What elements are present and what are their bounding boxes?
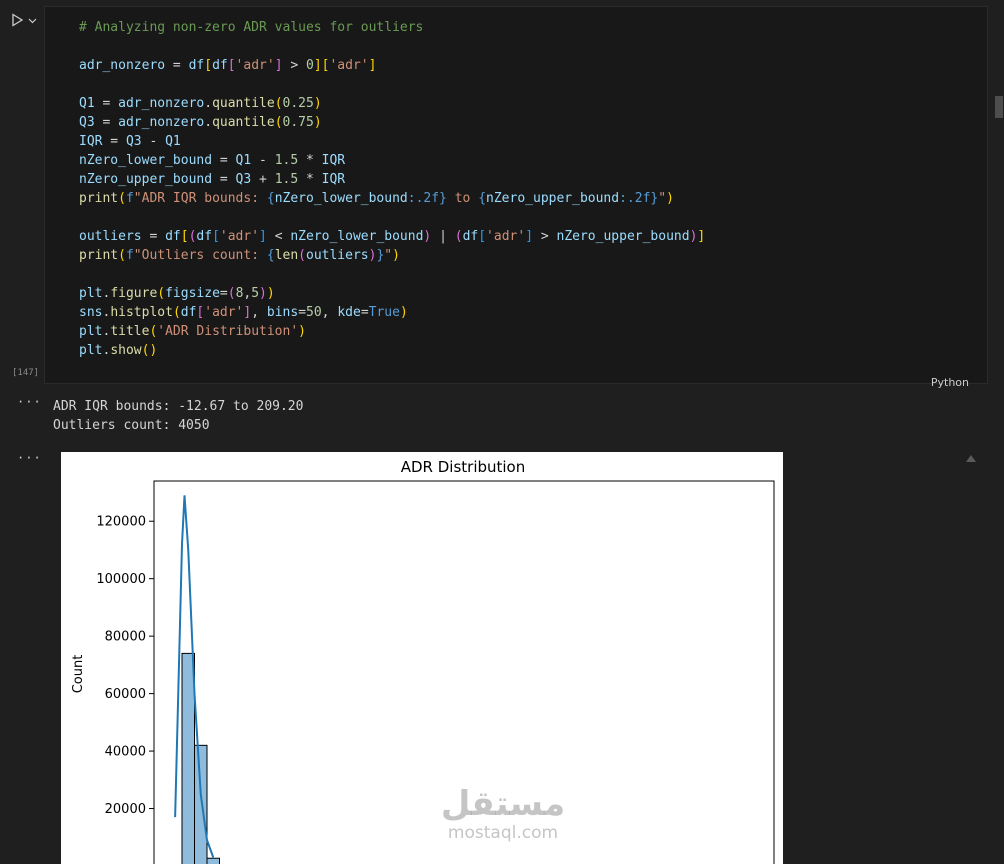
y-tick-label: 60000 xyxy=(105,687,146,702)
cell-language-label[interactable]: Python xyxy=(931,376,969,389)
output-more-button[interactable]: ··· xyxy=(17,395,42,409)
code-line: adr_nonzero = df[df['adr'] > 0]['adr'] xyxy=(79,58,377,73)
watermark-latin: mostaql.com xyxy=(447,823,559,843)
code-line: plt.show() xyxy=(79,343,158,358)
y-axis-label: Count xyxy=(71,655,86,694)
code-line: outliers = df[(df['adr'] < nZero_lower_b… xyxy=(79,229,706,244)
histogram-chart: ADR Distribution Count 20000 40000 60000 80… xyxy=(71,458,775,864)
histogram-bar xyxy=(194,744,208,864)
scrollbar-thumb[interactable] xyxy=(995,96,1003,118)
chevron-down-icon[interactable] xyxy=(28,16,37,25)
code-line: print(f"ADR IQR bounds: {nZero_lower_bou… xyxy=(79,191,674,206)
histogram-bar xyxy=(206,857,220,864)
plot-output-more-button[interactable]: ··· xyxy=(17,451,42,465)
code-line: nZero_lower_bound = Q1 - 1.5 * IQR xyxy=(79,153,346,168)
watermark: مستقل mostaql.com xyxy=(440,785,566,843)
plot-output: ADR Distribution Count 20000 40000 60000 80… xyxy=(61,452,783,864)
code-line: IQR = Q3 - Q1 xyxy=(79,134,181,149)
code-line: nZero_upper_bound = Q3 + 1.5 * IQR xyxy=(79,172,346,187)
code-line: print(f"Outliers count: {len(outliers)}"… xyxy=(79,248,400,263)
y-tick-label: 100000 xyxy=(96,572,146,587)
collapse-arrow-icon[interactable] xyxy=(966,455,976,462)
play-icon xyxy=(12,13,24,27)
y-tick-label: 80000 xyxy=(105,630,146,645)
histogram-bar xyxy=(181,652,195,864)
run-cell-button[interactable] xyxy=(10,10,44,30)
code-line: Q1 = adr_nonzero.quantile(0.25) xyxy=(79,96,322,111)
code-line: sns.histplot(df['adr'], bins=50, kde=Tru… xyxy=(79,305,408,320)
execution-count: [147] xyxy=(12,368,40,378)
code-line: plt.title('ADR Distribution') xyxy=(79,324,306,339)
output-text: ADR IQR bounds: -12.67 to 209.20 Outliers… xyxy=(53,397,303,435)
code-editor[interactable]: # Analyzing non-zero ADR values for outl… xyxy=(79,18,705,360)
code-line: # Analyzing non-zero ADR values for outl… xyxy=(79,20,424,35)
chart-title: ADR Distribution xyxy=(401,458,526,476)
watermark-arabic: مستقل xyxy=(440,784,566,824)
code-line: plt.figure(figsize=(8,5)) xyxy=(79,286,275,301)
output-line: Outliers count: 4050 xyxy=(53,418,210,433)
code-line: Q3 = adr_nonzero.quantile(0.75) xyxy=(79,115,322,130)
y-tick-label: 40000 xyxy=(105,745,146,760)
y-tick-label: 20000 xyxy=(105,802,146,817)
output-line: ADR IQR bounds: -12.67 to 209.20 xyxy=(53,399,304,414)
y-tick-label: 120000 xyxy=(96,515,146,530)
